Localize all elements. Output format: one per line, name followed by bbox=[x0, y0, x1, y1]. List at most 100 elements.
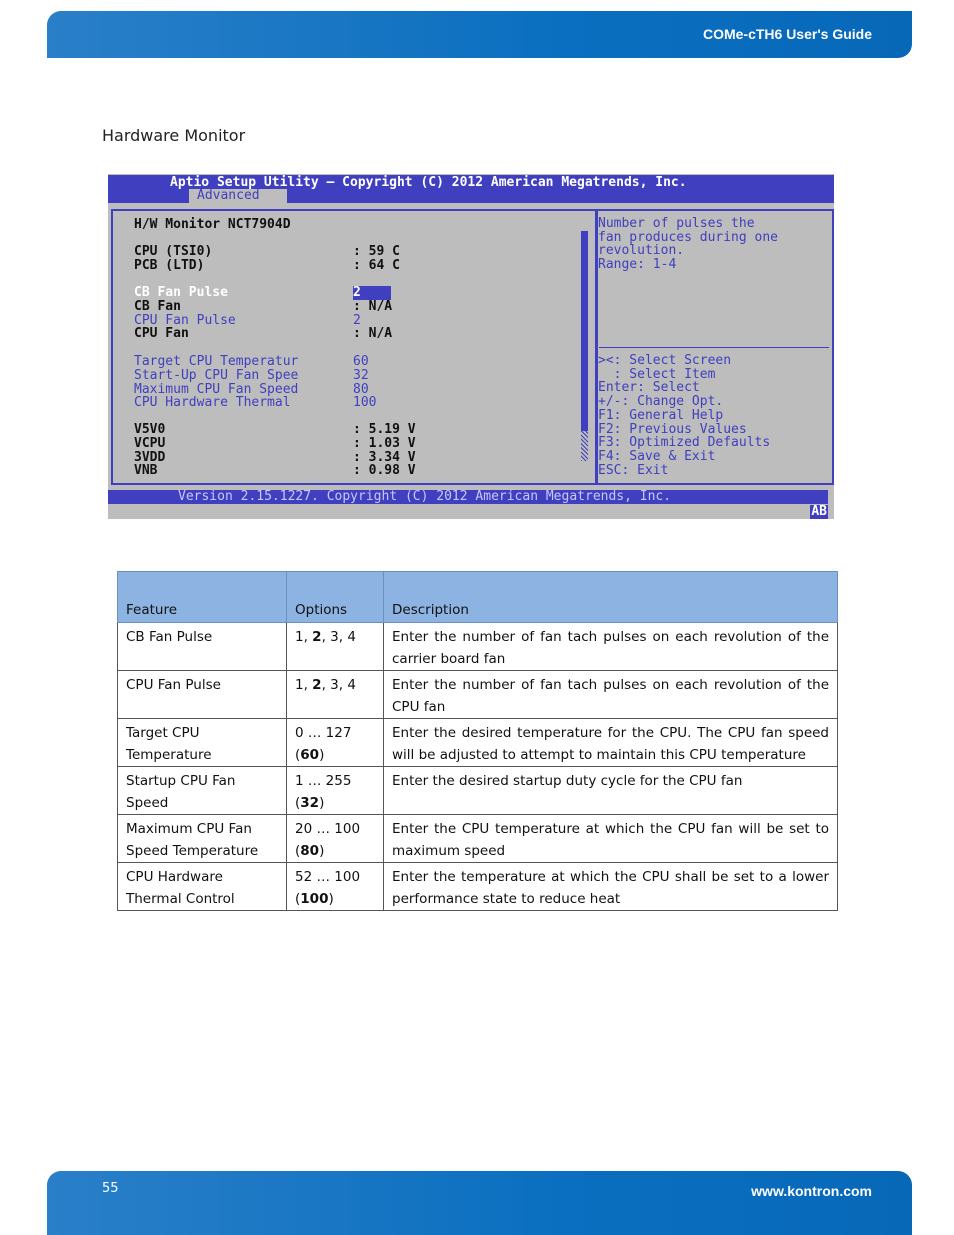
bios-item-value: : 64 C bbox=[353, 259, 400, 273]
default-option: 60 bbox=[300, 747, 320, 763]
bios-item-label: CPU Fan bbox=[134, 326, 189, 341]
bios-item-value[interactable]: 2 bbox=[353, 286, 391, 300]
default-option: 100 bbox=[300, 891, 329, 907]
table-row: Startup CPU Fan Speed 1 … 255 (32) Enter t… bbox=[117, 766, 838, 815]
bios-item-label[interactable]: Start-Up CPU Fan Spee bbox=[134, 369, 298, 383]
bios-settings-panel: H/W Monitor NCT7904D CPU (TSI0) : 59 C PCB… bbox=[111, 209, 598, 485]
bios-item-label[interactable]: Target CPU Temperatur bbox=[134, 355, 298, 369]
bios-item-value: : N/A bbox=[353, 300, 392, 314]
table-row: CPU Hardware Thermal Control 52 … 100 (10… bbox=[117, 862, 838, 911]
bios-version: Version 2.15.1227. Copyright (C) 2012 Am… bbox=[108, 490, 828, 504]
value-text: 60 bbox=[353, 354, 369, 369]
section-title: Hardware Monitor bbox=[102, 126, 246, 145]
option-text: , 3, 4 bbox=[321, 629, 356, 645]
key-hint: F2: Previous Values bbox=[598, 421, 747, 437]
feature-cell: CPU Hardware Thermal Control bbox=[117, 862, 287, 911]
bios-item-value[interactable]: 60 bbox=[353, 355, 369, 369]
table-row: CB Fan Pulse 1, 2, 3, 4 Enter the number o… bbox=[117, 622, 838, 671]
bios-item-value[interactable]: 100 bbox=[353, 396, 376, 410]
option-text: ) bbox=[328, 891, 334, 907]
table-row: Maximum CPU Fan Speed Temperature 20 … 10… bbox=[117, 814, 838, 863]
bios-item-value: : 1.03 V bbox=[353, 437, 416, 451]
options-cell: 52 … 100 (100) bbox=[286, 862, 384, 911]
default-option: 2 bbox=[312, 677, 322, 693]
bios-item-value[interactable]: 32 bbox=[353, 369, 369, 383]
col-description: Description bbox=[383, 571, 838, 623]
options-cell: 0 … 127 (60) bbox=[286, 718, 384, 767]
feature-cell: CPU Fan Pulse bbox=[117, 670, 287, 719]
description-cell: Enter the desired startup duty cycle for… bbox=[383, 766, 838, 815]
feature-cell: Maximum CPU Fan Speed Temperature bbox=[117, 814, 287, 863]
bios-item-label: CPU (TSI0) bbox=[134, 244, 213, 259]
value-text: : 0.98 V bbox=[353, 463, 416, 478]
option-text: , 3, 4 bbox=[321, 677, 356, 693]
help-text: Range: 1-4 bbox=[598, 257, 677, 273]
bios-screenshot: Aptio Setup Utility – Copyright (C) 2012… bbox=[108, 174, 834, 519]
bios-item-value: : 59 C bbox=[353, 245, 400, 259]
table-row: Target CPU Temperature 0 … 127 (60) Enter … bbox=[117, 718, 838, 767]
bios-item-value: : N/A bbox=[353, 327, 392, 341]
bios-item-label: VNB bbox=[134, 463, 158, 478]
bios-item-value: : 5.19 V bbox=[353, 423, 416, 437]
options-cell: 1, 2, 3, 4 bbox=[286, 670, 384, 719]
description-cell: Enter the CPU temperature at which the C… bbox=[383, 814, 838, 863]
description-cell: Enter the number of fan tach pulses on e… bbox=[383, 670, 838, 719]
value-text: 100 bbox=[353, 395, 377, 410]
feature-cell: Startup CPU Fan Speed bbox=[117, 766, 287, 815]
bios-badge: AB bbox=[810, 504, 828, 519]
key-hint: ESC: Exit bbox=[598, 462, 669, 478]
default-option: 80 bbox=[300, 843, 320, 859]
value-text: : N/A bbox=[353, 299, 393, 314]
help-text: Number of pulses the bbox=[598, 216, 755, 231]
options-cell: 20 … 100 (80) bbox=[286, 814, 384, 863]
col-options: Options bbox=[286, 571, 384, 623]
footer-banner: 55 www.kontron.com bbox=[47, 1171, 912, 1235]
feature-cell: Target CPU Temperature bbox=[117, 718, 287, 767]
value-text: : 5.19 V bbox=[353, 422, 416, 437]
bios-help-panel: Number of pulses the fan produces during … bbox=[595, 209, 834, 485]
description-cell: Enter the desired temperature for the CP… bbox=[383, 718, 838, 767]
doc-title: COMe-cTH6 User's Guide bbox=[702, 26, 872, 42]
value-text: 32 bbox=[353, 368, 369, 383]
header-banner: COMe-cTH6 User's Guide bbox=[47, 11, 912, 58]
options-cell: 1 … 255 (32) bbox=[286, 766, 384, 815]
key-hint: Enter: Select bbox=[598, 380, 700, 396]
options-table: Feature Options Description CB Fan Pulse… bbox=[117, 571, 838, 911]
scrollbar-track[interactable] bbox=[581, 431, 588, 461]
key-hint: F3: Optimized Defaults bbox=[598, 435, 771, 451]
default-option: 32 bbox=[300, 795, 320, 811]
tab-advanced[interactable]: Advanced bbox=[189, 189, 287, 203]
value-text: : N/A bbox=[353, 326, 393, 341]
footer-url[interactable]: www.kontron.com bbox=[751, 1183, 872, 1199]
key-hint: +/-: Change Opt. bbox=[598, 394, 724, 410]
bios-item-label: CB Fan bbox=[134, 299, 181, 314]
help-text: fan produces during one bbox=[598, 229, 779, 245]
options-cell: 1, 2, 3, 4 bbox=[286, 622, 384, 671]
bios-heading: H/W Monitor NCT7904D bbox=[134, 217, 291, 232]
help-text: revolution. bbox=[598, 243, 685, 259]
option-text: 1, bbox=[295, 677, 313, 693]
default-option: 2 bbox=[312, 629, 322, 645]
option-text: ) bbox=[319, 843, 325, 859]
value-text: : 59 C bbox=[353, 244, 400, 259]
key-hint: F4: Save & Exit bbox=[598, 448, 716, 464]
option-text: ) bbox=[319, 747, 325, 763]
col-feature: Feature bbox=[117, 571, 287, 623]
bios-item-label[interactable]: CPU Hardware Thermal bbox=[134, 396, 291, 410]
option-text: 1, bbox=[295, 629, 313, 645]
scrollbar-thumb[interactable] bbox=[581, 231, 588, 431]
key-hint: : Select Item bbox=[598, 366, 716, 382]
key-hint: F1: General Help bbox=[598, 407, 724, 423]
bios-item-label: PCB (LTD) bbox=[134, 258, 205, 273]
description-cell: Enter the number of fan tach pulses on e… bbox=[383, 622, 838, 671]
bios-item-label[interactable]: CB Fan Pulse bbox=[134, 286, 228, 300]
value-text: : 64 C bbox=[353, 258, 400, 273]
divider bbox=[599, 347, 829, 348]
bios-item-value: : 0.98 V bbox=[353, 464, 416, 478]
bios-item-label: V5V0 bbox=[134, 422, 166, 437]
feature-cell: CB Fan Pulse bbox=[117, 622, 287, 671]
option-text: ) bbox=[319, 795, 325, 811]
value-text: : 1.03 V bbox=[353, 436, 416, 451]
page-number: 55 bbox=[102, 1181, 119, 1196]
value-text: 2 bbox=[353, 286, 391, 300]
